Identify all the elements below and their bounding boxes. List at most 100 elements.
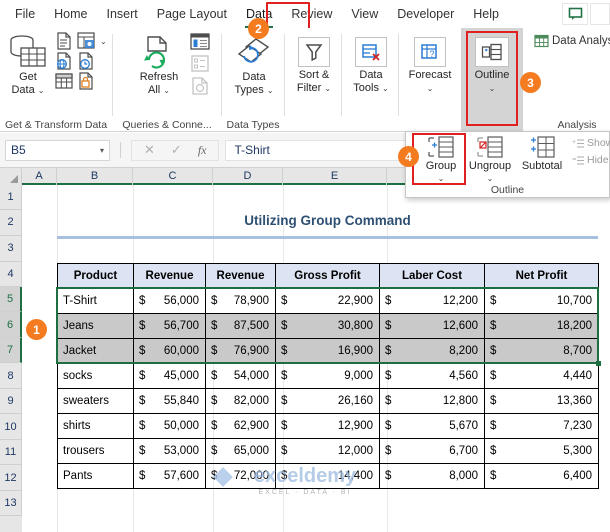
refresh-all-button[interactable]: Refresh All ⌄ (131, 30, 187, 96)
subtotal-button[interactable]: Subtotal (516, 135, 568, 173)
row-header-9[interactable]: 9 (0, 389, 22, 414)
table-header-labor-cost[interactable]: Laber Cost (379, 263, 485, 289)
cell-revenue-2[interactable]: $62,900 (205, 413, 276, 439)
table-header-gross-profit[interactable]: Gross Profit (275, 263, 380, 289)
cell-product[interactable]: shirts (57, 413, 134, 439)
data-tools-button[interactable]: Data Tools ⌄ (350, 33, 392, 94)
cell-net-profit[interactable]: $5,300 (484, 438, 599, 464)
from-web-table-icon[interactable] (76, 31, 100, 51)
cell-revenue-1[interactable]: $55,840 (133, 388, 206, 414)
row-header-7[interactable]: 7 (0, 338, 22, 363)
table-row[interactable]: trousers $53,000 $65,000 $12,000 $6,700 … (57, 438, 599, 464)
table-row[interactable]: shirts $50,000 $62,900 $12,900 $5,670 $7… (57, 413, 599, 439)
cell-labor-cost[interactable]: $12,200 (379, 288, 485, 314)
tab-page-layout[interactable]: Page Layout (148, 3, 236, 25)
cell-revenue-1[interactable]: $56,000 (133, 288, 206, 314)
tab-view[interactable]: View (342, 3, 387, 25)
table-header-revenue-2[interactable]: Revenue (205, 263, 276, 289)
properties-icon[interactable] (189, 54, 211, 74)
cell-gross-profit[interactable]: $26,160 (275, 388, 380, 414)
cell-product[interactable]: sweaters (57, 388, 134, 414)
from-text-csv-icon[interactable] (54, 31, 74, 51)
recent-sources-icon[interactable] (76, 51, 96, 71)
name-box[interactable]: B5 ▾ (5, 139, 110, 161)
cell-revenue-1[interactable]: $53,000 (133, 438, 206, 464)
data-types-button[interactable]: Data Types ⌄ (228, 32, 280, 96)
table-header-product[interactable]: Product (57, 263, 134, 289)
column-header-b[interactable]: B (57, 168, 133, 185)
chevron-down-icon[interactable]: ⌄ (100, 38, 107, 46)
ungroup-button[interactable]: Ungroup ⌄ (464, 135, 516, 182)
column-header-c[interactable]: C (133, 168, 213, 185)
cell-net-profit[interactable]: $10,700 (484, 288, 599, 314)
show-detail-button[interactable]: + Show (572, 137, 610, 149)
row-header-5[interactable]: 5 (0, 287, 22, 312)
row-header-2[interactable]: 2 (0, 210, 22, 236)
cell-gross-profit[interactable]: $9,000 (275, 363, 380, 389)
cell-revenue-2[interactable]: $76,900 (205, 338, 276, 364)
data-analysis-button[interactable]: Data Analysi (534, 34, 610, 48)
cell-revenue-2[interactable]: $65,000 (205, 438, 276, 464)
row-header-8[interactable]: 8 (0, 363, 22, 389)
cell-gross-profit[interactable]: $12,900 (275, 413, 380, 439)
row-header-4[interactable]: 4 (0, 262, 22, 287)
cell-product[interactable]: trousers (57, 438, 134, 464)
cell-labor-cost[interactable]: $8,200 (379, 338, 485, 364)
cell-net-profit[interactable]: $8,700 (484, 338, 599, 364)
share-button[interactable] (590, 3, 610, 25)
cell-revenue-1[interactable]: $60,000 (133, 338, 206, 364)
cell-revenue-1[interactable]: $57,600 (133, 463, 206, 489)
comments-button[interactable] (562, 3, 588, 25)
table-row[interactable]: T-Shirt $56,000 $78,900 $22,900 $12,200 … (57, 288, 599, 314)
queries-connections-icon[interactable] (189, 32, 211, 52)
cell-net-profit[interactable]: $4,440 (484, 363, 599, 389)
table-row[interactable]: Pants $57,600 $72,000 $14,400 $8,000 $6,… (57, 463, 599, 489)
get-data-button[interactable]: Get Data ⌄ (4, 30, 52, 96)
cell-revenue-2[interactable]: $78,900 (205, 288, 276, 314)
cancel-icon[interactable]: ✕ (144, 142, 155, 158)
cell-labor-cost[interactable]: $6,700 (379, 438, 485, 464)
cell-product[interactable]: Jeans (57, 313, 134, 339)
cell-gross-profit[interactable]: $22,900 (275, 288, 380, 314)
cell-revenue-2[interactable]: $87,500 (205, 313, 276, 339)
sort-filter-button[interactable]: Sort & Filter ⌄ (293, 33, 335, 94)
table-row[interactable]: socks $45,000 $54,000 $9,000 $4,560 $4,4… (57, 363, 599, 389)
cell-labor-cost[interactable]: $5,670 (379, 413, 485, 439)
cell-revenue-2[interactable]: $54,000 (205, 363, 276, 389)
table-header-net-profit[interactable]: Net Profit (484, 263, 599, 289)
row-header-12[interactable]: 12 (0, 465, 22, 491)
row-header-10[interactable]: 10 (0, 414, 22, 440)
tab-developer[interactable]: Developer (388, 3, 463, 25)
tab-insert[interactable]: Insert (98, 3, 147, 25)
from-table-range-icon[interactable] (54, 71, 74, 91)
chevron-down-icon[interactable]: ⌄ (487, 174, 494, 182)
cell-net-profit[interactable]: $6,400 (484, 463, 599, 489)
row-header-6[interactable]: 6 (0, 312, 22, 338)
column-header-a[interactable]: A (22, 168, 57, 185)
row-header-13[interactable]: 13 (0, 491, 22, 516)
table-row[interactable]: sweaters $55,840 $82,000 $26,160 $12,800… (57, 388, 599, 414)
tab-help[interactable]: Help (464, 3, 508, 25)
cell-product[interactable]: Jacket (57, 338, 134, 364)
cell-revenue-1[interactable]: $56,700 (133, 313, 206, 339)
confirm-icon[interactable]: ✓ (171, 142, 182, 158)
cell-labor-cost[interactable]: $12,800 (379, 388, 485, 414)
from-picture-icon[interactable] (76, 71, 96, 91)
cell-product[interactable]: T-Shirt (57, 288, 134, 314)
cell-product[interactable]: Pants (57, 463, 134, 489)
cell-labor-cost[interactable]: $8,000 (379, 463, 485, 489)
cell-product[interactable]: socks (57, 363, 134, 389)
tab-file[interactable]: File (6, 3, 44, 25)
forecast-button[interactable]: ? Forecast ⌄ (409, 33, 451, 94)
column-header-d[interactable]: D (213, 168, 283, 185)
chevron-down-icon[interactable]: ▾ (100, 146, 104, 155)
cell-gross-profit[interactable]: $30,800 (275, 313, 380, 339)
cell-net-profit[interactable]: $18,200 (484, 313, 599, 339)
insert-function-icon[interactable]: fx (198, 143, 207, 158)
cell-gross-profit[interactable]: $12,000 (275, 438, 380, 464)
cell-revenue-1[interactable]: $50,000 (133, 413, 206, 439)
cell-revenue-2[interactable]: $82,000 (205, 388, 276, 414)
cell-labor-cost[interactable]: $12,600 (379, 313, 485, 339)
tab-home[interactable]: Home (45, 3, 96, 25)
row-header-3[interactable]: 3 (0, 236, 22, 262)
